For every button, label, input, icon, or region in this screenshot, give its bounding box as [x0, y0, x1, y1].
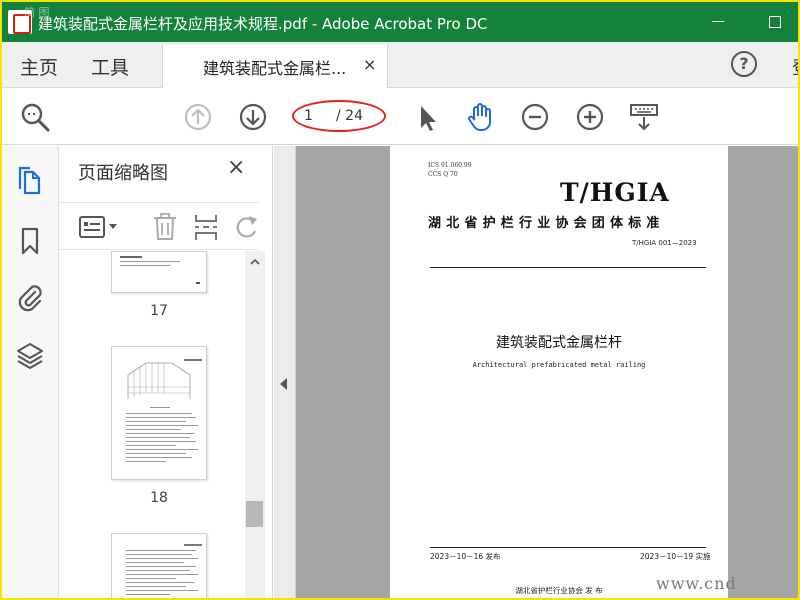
divider	[430, 547, 706, 548]
collapse-panel-icon[interactable]	[280, 378, 287, 390]
previous-page-icon[interactable]	[182, 101, 214, 133]
thumbnail-label: 18	[150, 490, 168, 506]
document-page: ICS 91.060.99 CCS Q 70 T/HGIA 湖北省护栏行业协会团…	[390, 146, 728, 598]
next-page-icon[interactable]	[237, 101, 269, 133]
sign-in-label[interactable]: 登	[792, 54, 798, 80]
site-watermark: www.cnd	[656, 574, 737, 593]
trash-icon[interactable]	[152, 213, 178, 241]
minimize-button[interactable]	[712, 21, 724, 22]
close-tab-icon[interactable]: ×	[363, 55, 376, 74]
title-bar: 简 图 建筑装配式金属栏杆及应用技术规程.pdf - Adobe Acrobat…	[2, 2, 798, 42]
options-icon[interactable]	[78, 215, 122, 239]
thumbnail-page-19[interactable]	[111, 533, 207, 598]
implement-date: 2023－10－19 实施	[640, 552, 711, 561]
standard-number: T/HGIA 001—2023	[632, 239, 697, 247]
document-viewport: ICS 91.060.99 CCS Q 70 T/HGIA 湖北省护栏行业协会团…	[274, 146, 798, 598]
bookmark-icon[interactable]	[16, 226, 44, 256]
window-title: 建筑装配式金属栏杆及应用技术规程.pdf - Adobe Acrobat Pro…	[38, 15, 488, 33]
railing-drawing	[127, 362, 191, 399]
tab-tools[interactable]: 工具	[91, 53, 129, 80]
tab-document[interactable]: 建筑装配式金属栏... ×	[162, 45, 388, 88]
app-window: 简 图 建筑装配式金属栏杆及应用技术规程.pdf - Adobe Acrobat…	[0, 0, 800, 600]
thumbnail-scroll-area: 17 18	[59, 251, 245, 598]
scroll-up-icon[interactable]	[250, 257, 260, 267]
standard-code: T/HGIA	[560, 178, 670, 207]
association-name: 湖北省护栏行业协会团体标准	[428, 216, 665, 231]
cursor-icon[interactable]	[412, 101, 444, 133]
search-icon[interactable]	[19, 101, 51, 133]
left-rail	[2, 146, 59, 598]
ics-code: ICS 91.060.99	[428, 162, 472, 169]
rotate-icon[interactable]	[233, 213, 259, 241]
document-title-en: Architectural prefabricated metal railin…	[472, 361, 646, 369]
page-number-box: 1 / 24	[292, 100, 386, 132]
pages-icon[interactable]	[16, 166, 44, 196]
thumbnail-label: 17	[150, 303, 168, 319]
tab-home[interactable]: 主页	[20, 53, 58, 80]
maximize-button[interactable]	[769, 16, 781, 28]
hand-icon[interactable]	[464, 101, 496, 133]
thumbnail-toolbar	[59, 202, 259, 250]
keyboard-icon[interactable]	[628, 101, 660, 133]
zoom-in-icon[interactable]	[574, 101, 606, 133]
document-tab-label: 建筑装配式金属栏...	[203, 59, 347, 78]
publish-date: 2023－10－16 发布	[430, 552, 501, 561]
zoom-out-icon[interactable]	[519, 101, 551, 133]
tab-bar: 主页 工具 建筑装配式金属栏... × ? 登	[2, 42, 798, 88]
thumbnail-page-17[interactable]	[111, 251, 207, 293]
divider	[430, 267, 706, 268]
thumbnail-page-18[interactable]	[111, 346, 207, 480]
highlight-ring	[292, 100, 386, 132]
scrollbar-thumb[interactable]	[246, 501, 263, 527]
panel-close-icon[interactable]: ×	[227, 155, 245, 180]
toolbar: 1 / 24	[2, 89, 798, 145]
panel-collapse-strip[interactable]	[274, 146, 296, 598]
attachment-icon[interactable]	[16, 282, 44, 312]
document-title-cn: 建筑装配式金属栏杆	[496, 335, 622, 351]
thumbnail-scrollbar[interactable]	[245, 251, 265, 598]
insert-icon[interactable]	[193, 213, 219, 241]
layers-icon[interactable]	[16, 341, 44, 371]
help-icon[interactable]: ?	[731, 51, 757, 77]
panel-title: 页面缩略图	[78, 163, 168, 184]
ccs-code: CCS Q 70	[428, 171, 458, 178]
page-thumbnails-panel: 页面缩略图 × 17 18	[59, 146, 273, 598]
